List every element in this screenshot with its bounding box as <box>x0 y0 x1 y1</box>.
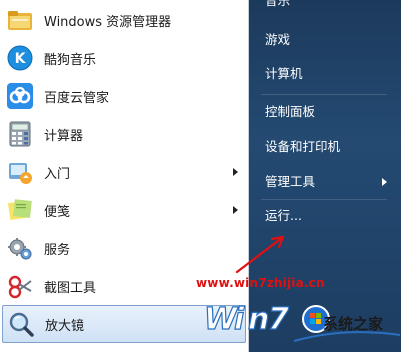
program-label: 酷狗音乐 <box>44 52 97 68</box>
baidu-cloud-icon <box>6 82 34 110</box>
getting-started-icon <box>6 158 34 186</box>
sticky-notes-icon <box>6 196 34 224</box>
submenu-arrow-icon <box>233 206 238 214</box>
watermark-brand: 系统之家 <box>323 315 384 333</box>
magnifier-icon <box>7 310 35 338</box>
place-label: 运行... <box>265 208 302 223</box>
svg-text:K: K <box>15 51 27 67</box>
place-label: 控制面板 <box>265 104 316 119</box>
program-label: 便笺 <box>44 204 71 220</box>
program-label: 截图工具 <box>44 280 97 296</box>
program-item-baidu-cloud[interactable]: 百度云管家 <box>2 78 246 114</box>
program-item-sticky-notes[interactable]: 便笺 <box>2 192 246 228</box>
place-label: 音乐 <box>265 0 291 8</box>
place-label: 设备和打印机 <box>265 139 341 154</box>
program-item-kugou[interactable]: K 酷狗音乐 <box>2 40 246 76</box>
place-item-computer[interactable]: 计算机 <box>259 62 393 86</box>
place-item-games[interactable]: 游戏 <box>259 28 393 52</box>
program-item-getting-started[interactable]: 入门 <box>2 154 246 190</box>
program-label: 百度云管家 <box>44 90 110 106</box>
places-separator <box>261 94 387 95</box>
snipping-tool-icon <box>6 272 34 300</box>
place-label: 管理工具 <box>265 174 316 189</box>
place-label: 计算机 <box>265 66 303 81</box>
program-item-calculator[interactable]: 计算器 <box>2 116 246 152</box>
program-label: 放大镜 <box>45 318 85 334</box>
program-label: 计算器 <box>44 128 84 144</box>
place-item-run[interactable]: 运行... <box>259 204 393 228</box>
svg-text:i: i <box>234 302 245 337</box>
program-label: Windows 资源管理器 <box>44 14 172 30</box>
program-label: 入门 <box>44 166 71 182</box>
places-separator <box>261 199 387 200</box>
program-item-services[interactable]: 服务 <box>2 230 246 266</box>
program-label: 服务 <box>44 242 71 258</box>
place-item-music[interactable]: 音乐 <box>259 0 393 13</box>
kugou-icon: K <box>6 44 34 72</box>
watermark-url: www.win7zhijia.cn <box>196 276 325 290</box>
program-item-windows-explorer[interactable]: Windows 资源管理器 <box>2 2 246 38</box>
svg-text:n: n <box>248 302 269 337</box>
submenu-arrow-icon <box>233 168 238 176</box>
place-item-control-panel[interactable]: 控制面板 <box>259 100 393 124</box>
folder-icon <box>6 6 34 34</box>
svg-text:7: 7 <box>268 302 289 337</box>
start-menu: Windows 资源管理器 K 酷狗音乐 百度云管家 计算器 入门 便笺 服务 … <box>0 0 401 352</box>
services-icon <box>6 234 34 262</box>
place-item-devices-printers[interactable]: 设备和打印机 <box>259 135 393 159</box>
place-label: 游戏 <box>265 32 291 47</box>
submenu-arrow-icon <box>382 178 387 186</box>
place-item-admin-tools[interactable]: 管理工具 <box>259 170 393 194</box>
calculator-icon <box>6 120 34 148</box>
